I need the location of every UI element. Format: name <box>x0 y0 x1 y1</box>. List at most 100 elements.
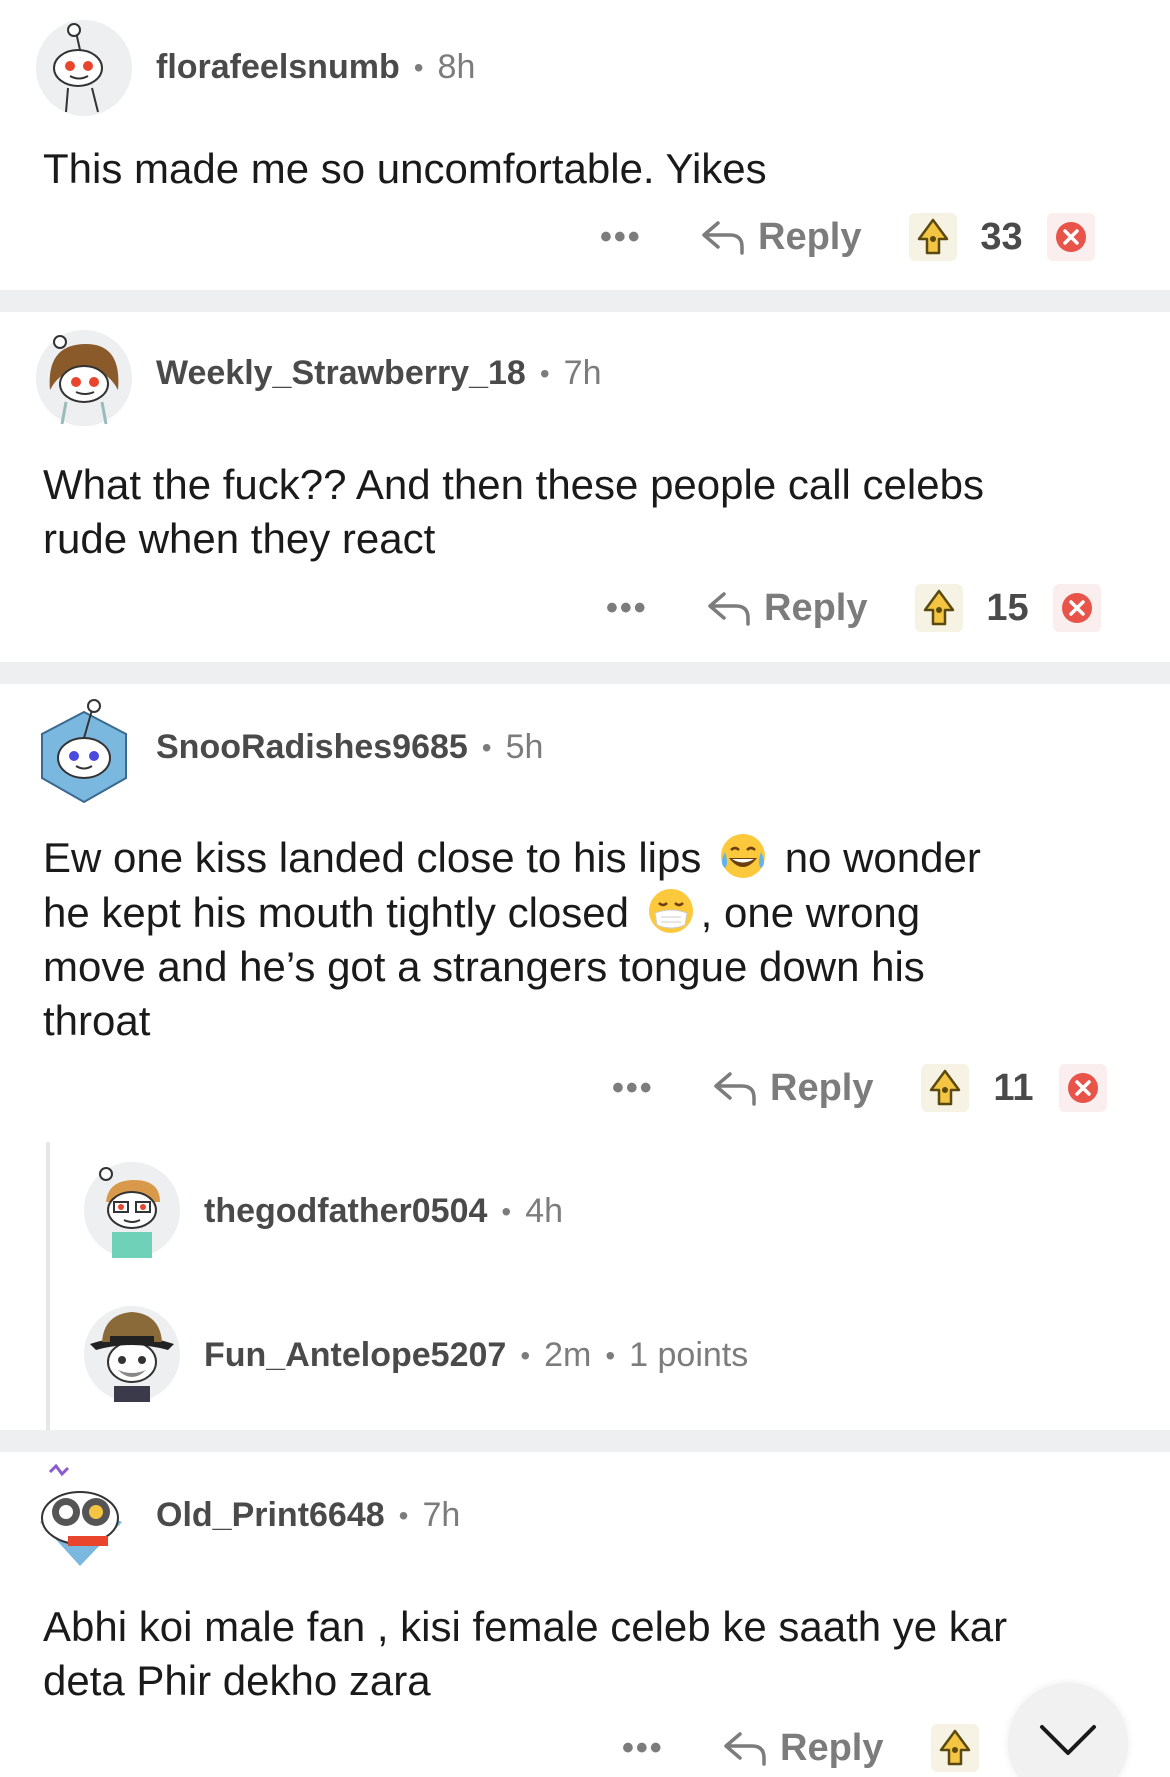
comment-body: This made me so uncomfortable. Yikes <box>43 145 767 192</box>
snoo-avatar-icon <box>36 330 132 426</box>
more-options-button[interactable]: ••• <box>612 1069 672 1108</box>
snoo-avatar-icon <box>40 1463 122 1566</box>
vote-score: 15 <box>986 586 1029 629</box>
comment-old-print: Old_Print6648 • 7h Abhi koi male fan , k… <box>0 1452 1170 1777</box>
comment-weekly-strawberry: Weekly_Strawberry_18 • 7h What the fuck?… <box>0 312 1170 662</box>
meta-separator: • <box>539 357 550 389</box>
comment-meta: Old_Print6648 • 7h <box>156 1496 460 1535</box>
meta-separator: • <box>413 51 424 83</box>
chevron-down-icon <box>1040 1725 1096 1755</box>
timestamp: 7h <box>563 354 602 392</box>
username[interactable]: Weekly_Strawberry_18 <box>156 354 526 393</box>
username[interactable]: SnooRadishes9685 <box>156 728 468 767</box>
comment-body-line: rude when they react <box>43 515 436 562</box>
meta-separator: • <box>481 731 492 763</box>
comment-body-line: throat <box>43 997 151 1044</box>
comment-actions: ••• Reply 8 <box>622 1718 1047 1777</box>
timestamp: 7h <box>422 1496 461 1534</box>
reply-button[interactable]: Reply <box>712 1067 873 1110</box>
vote-score: 33 <box>980 215 1023 258</box>
red-downvote-icon <box>1068 1073 1099 1103</box>
upvote-button[interactable] <box>931 1724 980 1772</box>
upvote-button[interactable] <box>921 1064 970 1112</box>
timestamp: 8h <box>437 48 476 86</box>
reply-meta: Fun_Antelope5207 • 2m • 1 points <box>204 1336 748 1375</box>
comment-text: no wonder <box>784 834 981 881</box>
reply-label: Reply <box>758 215 862 258</box>
comment-actions: ••• Reply 33 <box>600 207 1096 267</box>
username[interactable]: Fun_Antelope5207 <box>204 1336 506 1375</box>
avatar[interactable] <box>36 330 132 426</box>
comment-snooradishes: SnooRadishes9685 • 5h Ew one kiss landed… <box>0 684 1170 1430</box>
comment-meta: SnooRadishes9685 • 5h <box>156 728 543 767</box>
upvote-button[interactable] <box>915 584 964 632</box>
timestamp: 2m <box>544 1336 592 1374</box>
comment-actions: ••• Reply 11 <box>612 1058 1108 1118</box>
reply-label: Reply <box>764 586 868 629</box>
meta-separator: • <box>501 1195 512 1227</box>
upvote-button[interactable] <box>909 213 958 261</box>
more-options-button[interactable]: ••• <box>622 1729 682 1768</box>
comment-meta: florafeelsnumb • 8h <box>156 48 475 87</box>
comment-body: What the fuck?? And then these people ca… <box>43 458 1103 566</box>
vote-score: 11 <box>993 1066 1034 1109</box>
comment-text: Ew one kiss landed close to his lips <box>43 834 702 881</box>
red-downvote-icon <box>1062 593 1093 623</box>
comment-body-line: deta Phir dekho zara <box>43 1657 431 1704</box>
reply-arrow-icon <box>702 221 744 255</box>
snoo-avatar-icon <box>84 1306 180 1402</box>
avatar[interactable] <box>36 20 132 116</box>
comment-florafeelsnumb: florafeelsnumb • 8h This made me so unco… <box>0 0 1170 290</box>
reply-button[interactable]: Reply <box>706 587 867 630</box>
reply-button[interactable]: Reply <box>700 216 861 259</box>
comment-body: Ew one kiss landed close to his lips no … <box>43 830 1103 1048</box>
reply-arrow-icon <box>708 592 750 626</box>
comment-body: Abhi koi male fan , kisi female celeb ke… <box>43 1600 1103 1708</box>
golden-upvote-icon <box>924 589 955 626</box>
tears-of-joy-emoji-icon <box>721 834 766 878</box>
reply-label: Reply <box>770 1066 874 1109</box>
downvote-button[interactable] <box>1059 1064 1108 1112</box>
reply-avatar[interactable] <box>84 1162 180 1258</box>
snoo-avatar-icon <box>36 20 132 116</box>
comment-body-line: he kept his mouth tightly closed , one w… <box>43 885 1103 940</box>
thread-line[interactable] <box>46 1142 50 1430</box>
reply-button[interactable]: Reply <box>722 1727 883 1770</box>
username[interactable]: Old_Print6648 <box>156 1496 385 1535</box>
downvote-button[interactable] <box>1047 213 1096 261</box>
reply-arrow-icon <box>714 1072 756 1106</box>
username[interactable]: florafeelsnumb <box>156 48 400 87</box>
comment-body-line: move and he’s got a strangers tongue dow… <box>43 943 925 990</box>
comment-separator <box>0 662 1170 684</box>
meta-separator: • <box>605 1339 616 1371</box>
comment-actions: ••• Reply 15 <box>606 578 1102 638</box>
comment-body-line: Ew one kiss landed close to his lips no … <box>43 830 1103 885</box>
avatar[interactable] <box>30 1462 126 1566</box>
comment-body-line: What the fuck?? And then these people ca… <box>43 461 984 508</box>
comment-meta: Weekly_Strawberry_18 • 7h <box>156 354 601 393</box>
reply-label: Reply <box>780 1726 884 1769</box>
comment-body-line: Abhi koi male fan , kisi female celeb ke… <box>43 1603 1008 1650</box>
timestamp: 5h <box>505 728 544 766</box>
snoo-avatar-icon <box>41 699 127 804</box>
more-options-button[interactable]: ••• <box>606 589 666 628</box>
golden-upvote-icon <box>930 1069 961 1106</box>
more-options-button[interactable]: ••• <box>600 218 660 257</box>
reply-arrow-icon <box>724 1732 766 1766</box>
reply-avatar[interactable] <box>84 1306 180 1402</box>
comment-text: he kept his mouth tightly closed <box>43 889 629 936</box>
comment-separator <box>0 1430 1170 1452</box>
reply-meta: thegodfather0504 • 4h <box>204 1192 563 1231</box>
medical-mask-emoji-icon <box>648 889 693 933</box>
comment-separator <box>0 290 1170 312</box>
points: 1 points <box>629 1336 749 1374</box>
golden-upvote-icon <box>940 1729 971 1766</box>
meta-separator: • <box>398 1499 409 1531</box>
username[interactable]: thegodfather0504 <box>204 1192 487 1231</box>
golden-upvote-icon <box>918 218 949 255</box>
meta-separator: • <box>520 1339 531 1371</box>
avatar[interactable] <box>36 698 132 804</box>
downvote-button[interactable] <box>1053 584 1102 632</box>
red-downvote-icon <box>1056 222 1087 252</box>
snoo-avatar-icon <box>84 1162 180 1258</box>
